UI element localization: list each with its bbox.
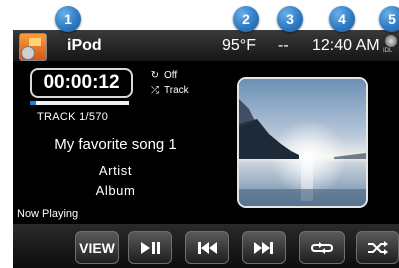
- album-art-image: [239, 79, 366, 206]
- shuffle-icon-button: [367, 240, 388, 255]
- idl-icon: IDL: [383, 33, 399, 57]
- next-icon: [254, 241, 273, 254]
- shuffle-mode-value: Track: [164, 85, 189, 96]
- callout-5: 5: [379, 6, 399, 32]
- track-position: 1/570: [79, 111, 109, 123]
- source-label: iPod: [67, 37, 102, 54]
- progress-bar[interactable]: [30, 101, 129, 105]
- elapsed-time: 00:00:12: [30, 68, 133, 98]
- callout-2: 2: [233, 6, 259, 32]
- status-bar: iPod 95°F -- 12:40 AM IDL: [13, 30, 399, 61]
- track-counter: TRACK 1/570: [37, 111, 108, 123]
- previous-icon: [198, 241, 217, 254]
- callout-4: 4: [329, 6, 355, 32]
- shuffle-button[interactable]: [356, 231, 399, 264]
- previous-button[interactable]: [185, 231, 229, 264]
- song-title: My favorite song 1: [54, 136, 177, 153]
- track-label: TRACK: [37, 111, 76, 123]
- repeat-icon-button: [310, 241, 334, 254]
- album-art: [237, 77, 368, 208]
- progress-fill: [30, 101, 36, 105]
- temperature-readout: 95°F: [222, 37, 256, 54]
- callout-1: 1: [55, 6, 81, 32]
- artist-name: Artist: [98, 163, 133, 178]
- album-name: Album: [95, 183, 136, 198]
- repeat-mode: ↻ Off: [150, 70, 177, 81]
- callout-3: 3: [277, 6, 303, 32]
- next-button[interactable]: [242, 231, 286, 264]
- repeat-button[interactable]: [299, 231, 345, 264]
- play-pause-icon: [141, 241, 160, 254]
- shuffle-icon: ⤮: [151, 85, 159, 96]
- now-playing-status: Now Playing: [17, 208, 79, 220]
- shuffle-mode: ⤮ Track: [150, 85, 189, 96]
- ipod-source-icon[interactable]: [19, 33, 47, 61]
- idl-label: IDL: [383, 48, 393, 54]
- repeat-mode-value: Off: [164, 70, 178, 81]
- play-pause-button[interactable]: [128, 231, 172, 264]
- ipod-screen: iPod 95°F -- 12:40 AM IDL 00:00:12 TRACK…: [13, 30, 399, 268]
- clock: 12:40 AM: [312, 37, 380, 54]
- status-placeholder: --: [278, 37, 289, 54]
- repeat-icon: ↻: [150, 70, 160, 81]
- control-bar: VIEW: [13, 224, 399, 268]
- view-button[interactable]: VIEW: [75, 231, 119, 264]
